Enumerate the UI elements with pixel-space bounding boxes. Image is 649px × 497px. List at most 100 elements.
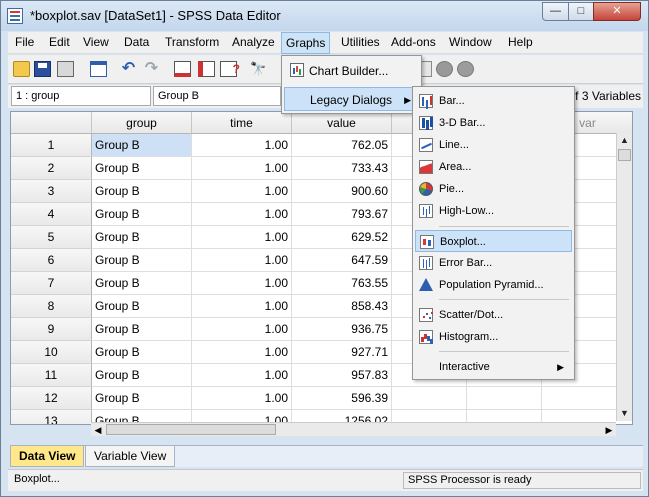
cell-group[interactable]: Group B <box>92 272 192 295</box>
menu-edit[interactable]: Edit <box>49 35 70 49</box>
print-icon[interactable] <box>57 61 74 77</box>
menu-item-area[interactable]: Area... <box>415 156 572 178</box>
cell-time[interactable]: 1.00 <box>192 226 292 249</box>
column-header-value[interactable]: value <box>292 112 392 134</box>
cell-value[interactable]: 793.67 <box>292 203 392 226</box>
menu-item-chart-builder[interactable]: Chart Builder... <box>284 59 420 83</box>
maximize-button[interactable]: □ <box>568 2 594 21</box>
menu-item-legacy-dialogs[interactable]: Legacy Dialogs ▶ <box>284 87 420 111</box>
cell-time[interactable]: 1.00 <box>192 364 292 387</box>
menu-help[interactable]: Help <box>508 35 533 49</box>
scroll-up-arrow-icon[interactable]: ▲ <box>617 133 632 148</box>
menu-item-population-pyramid[interactable]: Population Pyramid... <box>415 274 572 296</box>
row-header[interactable]: 8 <box>11 295 92 318</box>
cell-value[interactable]: 858.43 <box>292 295 392 318</box>
menu-item-line[interactable]: Line... <box>415 134 572 156</box>
vertical-scrollbar[interactable]: ▲ ▼ <box>616 133 632 421</box>
menu-item-boxplot[interactable]: Boxplot... <box>415 230 572 252</box>
find-icon[interactable]: 🔭 <box>250 61 267 77</box>
cell-value[interactable]: 936.75 <box>292 318 392 341</box>
column-header-time[interactable]: time <box>192 112 292 134</box>
scroll-left-arrow-icon[interactable]: ◀ <box>91 423 105 437</box>
row-header[interactable]: 10 <box>11 341 92 364</box>
row-header[interactable]: 6 <box>11 249 92 272</box>
menu-utilities[interactable]: Utilities <box>341 35 380 49</box>
cell-value[interactable]: 957.83 <box>292 364 392 387</box>
save-icon[interactable] <box>34 61 51 77</box>
row-header[interactable]: 2 <box>11 157 92 180</box>
cell-time[interactable]: 1.00 <box>192 203 292 226</box>
menu-item-high-low[interactable]: High-Low... <box>415 200 572 222</box>
column-header-group[interactable]: group <box>92 112 192 134</box>
cell-value[interactable]: 900.60 <box>292 180 392 203</box>
cell-editor[interactable]: Group B <box>153 86 281 106</box>
cell-value[interactable]: 927.71 <box>292 341 392 364</box>
cell-group[interactable]: Group B <box>92 318 192 341</box>
menu-item-error-bar[interactable]: Error Bar... <box>415 252 572 274</box>
use-sets-icon[interactable] <box>457 61 474 77</box>
horizontal-scrollbar[interactable]: ◀ ▶ <box>91 422 616 436</box>
goto-case-icon[interactable] <box>174 61 191 77</box>
cell-group[interactable]: Group B <box>92 157 192 180</box>
cell-group[interactable]: Group B <box>92 295 192 318</box>
close-button[interactable]: ✕ <box>593 2 641 21</box>
cell-group[interactable]: Group B <box>92 387 192 410</box>
cell-group[interactable]: Group B <box>92 134 192 157</box>
cell-var-empty[interactable] <box>392 387 467 410</box>
cell-group[interactable]: Group B <box>92 249 192 272</box>
cell-value[interactable]: 763.55 <box>292 272 392 295</box>
redo-icon[interactable]: ↷ <box>143 61 160 77</box>
menu-window[interactable]: Window <box>449 35 492 49</box>
menu-item-pie[interactable]: Pie... <box>415 178 572 200</box>
tab-variable-view[interactable]: Variable View <box>85 446 176 467</box>
cell-group[interactable]: Group B <box>92 226 192 249</box>
menu-item-interactive[interactable]: Interactive ▶ <box>415 356 572 378</box>
vertical-scroll-thumb[interactable] <box>618 149 631 161</box>
value-labels-icon[interactable] <box>436 61 453 77</box>
menu-item-histogram[interactable]: Histogram... <box>415 326 572 348</box>
cell-value[interactable]: 647.59 <box>292 249 392 272</box>
cell-value[interactable]: 762.05 <box>292 134 392 157</box>
cell-var-empty[interactable] <box>467 387 542 410</box>
cell-group[interactable]: Group B <box>92 364 192 387</box>
variables-icon[interactable] <box>220 61 240 77</box>
undo-icon[interactable]: ↶ <box>120 61 137 77</box>
cell-time[interactable]: 1.00 <box>192 157 292 180</box>
scroll-down-arrow-icon[interactable]: ▼ <box>617 406 632 421</box>
minimize-button[interactable]: — <box>542 2 569 21</box>
tab-data-view[interactable]: Data View <box>10 446 85 467</box>
cell-time[interactable]: 1.00 <box>192 272 292 295</box>
cell-value[interactable]: 733.43 <box>292 157 392 180</box>
cell-time[interactable]: 1.00 <box>192 180 292 203</box>
row-header[interactable]: 12 <box>11 387 92 410</box>
menu-analyze[interactable]: Analyze <box>232 35 275 49</box>
cell-time[interactable]: 1.00 <box>192 249 292 272</box>
menu-item-bar[interactable]: Bar... <box>415 90 572 112</box>
menu-view[interactable]: View <box>83 35 109 49</box>
cell-group[interactable]: Group B <box>92 341 192 364</box>
cell-value[interactable]: 596.39 <box>292 387 392 410</box>
menu-item-3d-bar[interactable]: 3-D Bar... <box>415 112 572 134</box>
menu-data[interactable]: Data <box>124 35 149 49</box>
cell-time[interactable]: 1.00 <box>192 318 292 341</box>
menu-transform[interactable]: Transform <box>165 35 219 49</box>
recall-dialog-icon[interactable] <box>90 61 107 77</box>
insert-cases-icon[interactable] <box>198 61 215 77</box>
scroll-right-arrow-icon[interactable]: ▶ <box>602 423 616 437</box>
menu-graphs[interactable]: Graphs <box>281 32 331 54</box>
row-header[interactable]: 3 <box>11 180 92 203</box>
cell-time[interactable]: 1.00 <box>192 341 292 364</box>
row-header[interactable]: 7 <box>11 272 92 295</box>
row-header[interactable]: 1 <box>11 134 92 157</box>
cell-group[interactable]: Group B <box>92 180 192 203</box>
menu-add-ons[interactable]: Add-ons <box>391 35 436 49</box>
cell-time[interactable]: 1.00 <box>192 295 292 318</box>
menu-item-scatter-dot[interactable]: Scatter/Dot... <box>415 304 572 326</box>
cell-group[interactable]: Group B <box>92 203 192 226</box>
row-header[interactable]: 5 <box>11 226 92 249</box>
row-header[interactable]: 4 <box>11 203 92 226</box>
row-header[interactable]: 11 <box>11 364 92 387</box>
row-header[interactable]: 9 <box>11 318 92 341</box>
cell-time[interactable]: 1.00 <box>192 134 292 157</box>
corner-header[interactable] <box>11 112 92 134</box>
